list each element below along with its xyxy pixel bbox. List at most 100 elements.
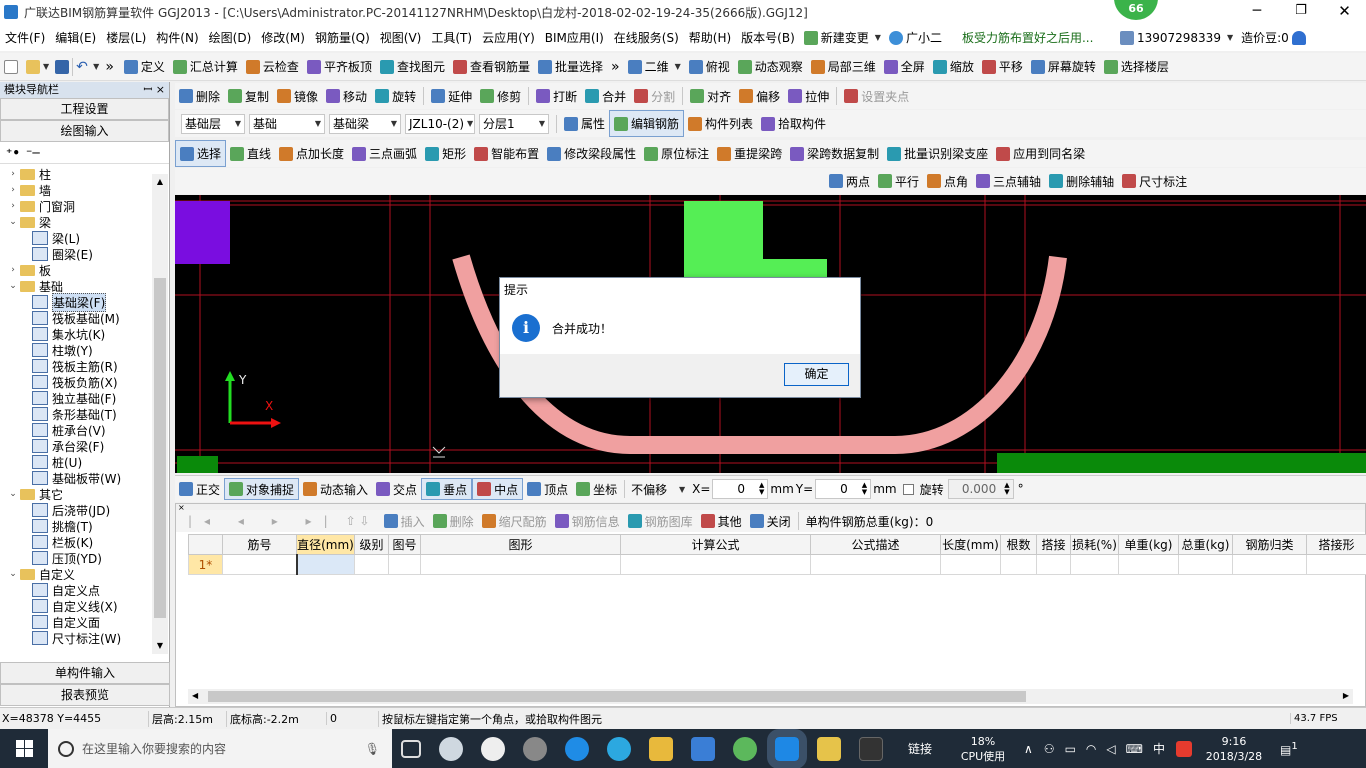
menu-item-1[interactable]: 编辑(E) — [50, 29, 101, 46]
project-settings-tab[interactable]: 工程设置 — [0, 98, 169, 120]
tree-item[interactable]: › 门窗洞 — [0, 198, 75, 214]
green-app-icon[interactable] — [733, 736, 757, 761]
notes-app-icon[interactable] — [817, 736, 841, 761]
tb1-item-2-button[interactable]: 云检查 — [242, 53, 303, 80]
terminal-app-icon[interactable] — [859, 736, 883, 761]
menu-item-11[interactable]: 在线服务(S) — [609, 29, 684, 46]
keyboard-icon[interactable]: ⌨ — [1126, 742, 1143, 756]
drawing-input-tab[interactable]: 绘图输入 — [0, 120, 169, 142]
menu-item-2[interactable]: 楼层(L) — [101, 29, 151, 46]
rebar-tool-1-button[interactable]: 删除 — [429, 510, 478, 532]
tree-item[interactable]: 栏板(K) — [0, 534, 93, 550]
table-cell[interactable] — [1178, 554, 1233, 575]
user-phone[interactable]: 13907298339 ▼ — [1116, 24, 1237, 51]
tb4-item-0-button[interactable]: 选择 — [175, 140, 227, 167]
menu-item-5[interactable]: 修改(M) — [256, 29, 310, 46]
tb2-item-4-button[interactable]: 旋转 — [371, 83, 420, 109]
maximize-button[interactable]: ❐ — [1279, 0, 1323, 24]
start-button[interactable] — [0, 729, 48, 768]
tb2-item-13-button[interactable]: 设置夹点 — [840, 83, 913, 109]
tb2-item-11-button[interactable]: 偏移 — [735, 83, 784, 109]
snap-6-toggle[interactable]: 顶点 — [523, 476, 572, 502]
coins[interactable]: 造价豆:0 — [1237, 24, 1310, 51]
table-cell[interactable] — [1070, 554, 1119, 575]
tree-item[interactable]: 集水坑(K) — [0, 326, 105, 342]
chevron-down-icon[interactable]: ⌄ — [6, 217, 20, 227]
chevron-down-icon[interactable]: ⌄ — [6, 569, 20, 579]
battery-icon[interactable]: ▭ — [1065, 742, 1076, 756]
new-change-button[interactable]: 新建变更 ▼ — [800, 24, 885, 51]
new-file-icon[interactable] — [4, 59, 18, 74]
tree-item[interactable]: 筏板基础(M) — [0, 310, 120, 326]
x-coord-input[interactable]: 0 ▲ ▼ — [712, 479, 769, 499]
save-icon[interactable] — [55, 59, 70, 74]
assistant-button[interactable]: 广小二 — [885, 24, 946, 51]
toolbar-overflow-icon[interactable]: » — [105, 59, 114, 75]
table-cell[interactable] — [810, 554, 941, 575]
table-cell[interactable] — [620, 554, 811, 575]
table-cell[interactable] — [295, 554, 355, 575]
element-select[interactable]: JZL10-(2) ▼ — [405, 113, 475, 134]
tb1-item-3-button[interactable]: 平齐板顶 — [303, 53, 376, 80]
tree-item[interactable]: 自定义点 — [0, 582, 100, 598]
snap-0-toggle[interactable]: 正交 — [175, 476, 224, 502]
menu-item-9[interactable]: 云应用(Y) — [477, 29, 540, 46]
col-header-13[interactable]: 钢筋归类 — [1232, 534, 1307, 555]
col-header-2[interactable]: 级别 — [354, 534, 389, 555]
tree-item[interactable]: 独立基础(F) — [0, 390, 116, 406]
chevron-right-icon[interactable]: › — [6, 201, 20, 211]
tb1-item-5-button[interactable]: 查看钢筋量 — [449, 53, 534, 80]
chevron-down-icon[interactable]: ⌄ — [6, 281, 20, 291]
tree-item[interactable]: 圈梁(E) — [0, 246, 93, 262]
tb4-item-9-button[interactable]: 梁跨数据复制 — [786, 140, 883, 167]
col-header-8[interactable]: 根数 — [1000, 534, 1037, 555]
menu-item-13[interactable]: 版本号(B) — [736, 29, 800, 46]
tree-item[interactable]: › 柱 — [0, 166, 51, 182]
tb4-item-1-button[interactable]: 直线 — [226, 140, 275, 167]
tb4-item-11-button[interactable]: 应用到同名梁 — [992, 140, 1089, 167]
col-header-9[interactable]: 搭接 — [1036, 534, 1071, 555]
toolbar-overflow-icon-2[interactable]: » — [611, 59, 620, 75]
col-header-4[interactable]: 图形 — [420, 534, 621, 555]
chevron-down-icon[interactable]: ⌄ — [6, 489, 20, 499]
table-row[interactable]: 1* — [188, 554, 1366, 575]
col-header-0[interactable]: 筋号 — [222, 534, 297, 555]
collapse-all-icon[interactable]: ⁻─ — [26, 146, 40, 160]
table-h-scrollbar[interactable]: ◀ ▶ — [188, 689, 1353, 704]
tree-item[interactable]: 桩承台(V) — [0, 422, 106, 438]
col-header-3[interactable]: 图号 — [388, 534, 421, 555]
tb3-item-0-button[interactable]: 属性 — [560, 110, 609, 137]
clock[interactable]: 9:16 2018/3/28 — [1198, 734, 1270, 764]
table-cell[interactable] — [1036, 554, 1071, 575]
tree-item[interactable]: › 墙 — [0, 182, 51, 198]
ime-indicator[interactable]: 中 — [1153, 740, 1165, 757]
menu-item-0[interactable]: 文件(F) — [0, 29, 50, 46]
snap-5-toggle[interactable]: 中点 — [472, 478, 524, 500]
minimize-button[interactable]: ─ — [1235, 0, 1279, 24]
tree-item[interactable]: 尺寸标注(W) — [0, 630, 121, 646]
col-header-11[interactable]: 单重(kg) — [1118, 534, 1179, 555]
view-mode-dropdown[interactable]: 二维 ▼ — [624, 53, 685, 80]
open-folder-icon[interactable] — [26, 59, 40, 74]
ggj-app-icon[interactable] — [767, 729, 807, 768]
expand-all-icon[interactable]: ⁺• — [6, 146, 20, 160]
tb1-item-4-button[interactable]: 查找图元 — [376, 53, 449, 80]
table-cell[interactable] — [1232, 554, 1307, 575]
tb5-item-1-button[interactable]: 平行 — [874, 168, 923, 194]
y-coord-input[interactable]: 0 ▲ ▼ — [815, 479, 872, 499]
nav-pin-close-icon[interactable]: ꟷ × — [143, 82, 165, 98]
menu-item-4[interactable]: 绘图(D) — [204, 29, 257, 46]
tb4-item-2-button[interactable]: 点加长度 — [275, 140, 348, 167]
chevron-right-icon[interactable]: › — [6, 265, 20, 275]
tb4-item-3-button[interactable]: 三点画弧 — [348, 140, 421, 167]
menu-item-7[interactable]: 视图(V) — [375, 29, 427, 46]
notification-icon[interactable]: ▤1 — [1280, 741, 1298, 757]
view-tool-3-button[interactable]: 全屏 — [880, 53, 929, 80]
tb2-item-7-button[interactable]: 打断 — [532, 83, 581, 109]
table-cell[interactable] — [222, 554, 297, 575]
tb5-item-4-button[interactable]: 删除辅轴 — [1045, 168, 1118, 194]
tree-item[interactable]: 桩(U) — [0, 454, 82, 470]
edge-icon[interactable] — [565, 736, 589, 761]
ok-button[interactable]: 确定 — [784, 363, 849, 386]
ie-icon[interactable] — [607, 736, 631, 761]
